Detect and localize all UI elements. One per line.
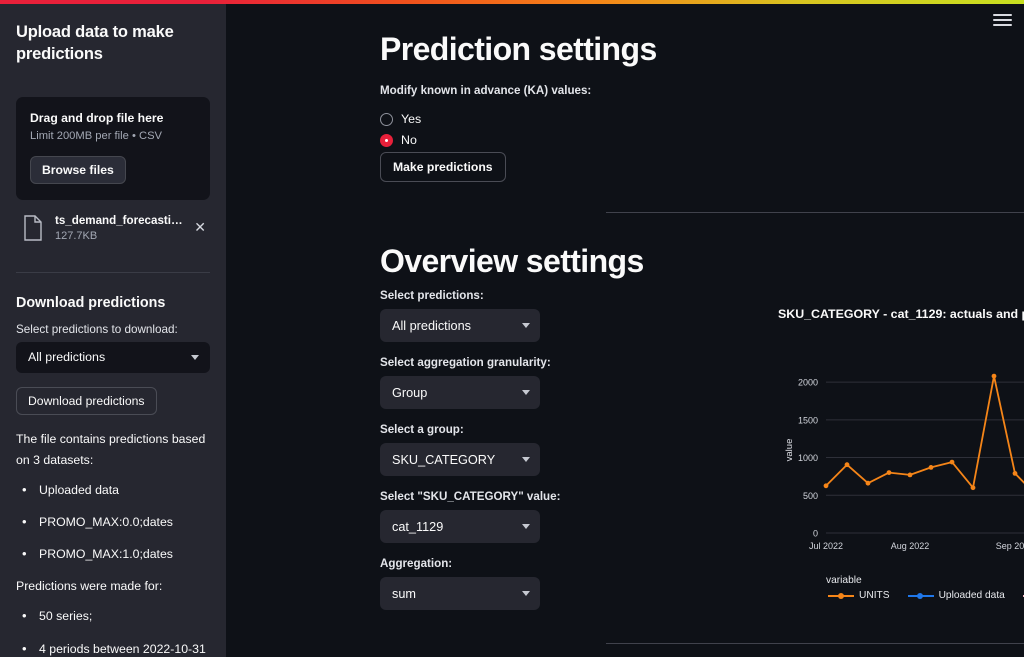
svg-text:value: value xyxy=(784,439,795,462)
legend-title: variable xyxy=(826,575,862,586)
select-value: Group xyxy=(392,385,428,400)
legend-item[interactable]: Uploaded data xyxy=(907,590,1005,601)
select-group-dropdown[interactable]: SKU_CATEGORY xyxy=(380,443,540,476)
remove-file-icon[interactable]: ✕ xyxy=(194,219,208,236)
list-item: PROMO_MAX:0.0;dates xyxy=(16,511,210,534)
list-item: 4 periods between 2022-10-31 and 2022-11… xyxy=(16,638,210,657)
chart-legend: UNITSUploaded dataPROMO_MAX:0.0;dates:al… xyxy=(828,590,1024,601)
radio-option-yes[interactable]: Yes xyxy=(380,112,421,126)
radio-yes-label: Yes xyxy=(401,112,422,126)
svg-text:Aug 2022: Aug 2022 xyxy=(891,541,930,551)
svg-text:500: 500 xyxy=(803,491,818,501)
overview-chart: SKU_CATEGORY - cat_1129: actuals and pre… xyxy=(778,307,1024,607)
radio-option-no[interactable]: No xyxy=(380,133,421,147)
svg-text:0: 0 xyxy=(813,529,818,539)
browse-files-button[interactable]: Browse files xyxy=(30,155,126,184)
select-granularity-dropdown[interactable]: Group xyxy=(380,376,540,409)
download-predictions-button[interactable]: Download predictions xyxy=(16,386,157,415)
overview-fields: Select predictions: All predictions Sele… xyxy=(380,289,560,610)
ka-radio-group: Yes No xyxy=(380,105,421,147)
ka-label: Modify known in advance (KA) values: xyxy=(380,84,592,97)
chevron-down-icon xyxy=(191,354,199,360)
radio-no-icon[interactable] xyxy=(380,133,393,147)
field-label: Select predictions: xyxy=(380,289,484,302)
chevron-down-icon xyxy=(522,457,530,462)
select-value: sum xyxy=(392,586,416,601)
radio-yes-icon[interactable] xyxy=(380,112,393,126)
uploaded-file-chip: ts_demand_forecasting_s… 127.7KB ✕ xyxy=(16,212,210,244)
download-predictions-select[interactable]: All predictions xyxy=(16,341,210,373)
chevron-down-icon xyxy=(522,323,530,328)
file-icon xyxy=(24,214,42,241)
field-label: Select aggregation granularity: xyxy=(380,356,551,369)
field-select-granularity: Select aggregation granularity: Group xyxy=(380,356,560,409)
select-group-value-dropdown[interactable]: cat_1129 xyxy=(380,510,540,543)
chevron-down-icon xyxy=(522,524,530,529)
field-label: Select "SKU_CATEGORY" value: xyxy=(380,490,561,503)
download-select-label: Select predictions to download: xyxy=(16,322,178,336)
download-info-text: The file contains predictions based on 3… xyxy=(16,431,206,467)
dropzone-limit: Limit 200MB per file • CSV xyxy=(30,129,162,142)
section-divider-bottom xyxy=(606,643,1024,644)
field-select-predictions: Select predictions: All predictions xyxy=(380,289,560,342)
file-name: ts_demand_forecasting_s… xyxy=(55,213,183,227)
field-select-group-value: Select "SKU_CATEGORY" value: cat_1129 xyxy=(380,490,560,543)
dropzone-instruction: Drag and drop file here xyxy=(30,110,164,125)
field-select-group: Select a group: SKU_CATEGORY xyxy=(380,423,560,476)
hamburger-menu-icon[interactable] xyxy=(993,14,1012,29)
make-predictions-button[interactable]: Make predictions xyxy=(380,152,506,182)
download-select-value: All predictions xyxy=(28,350,106,365)
datasets-list: Uploaded data PROMO_MAX:0.0;dates PROMO_… xyxy=(16,479,210,566)
overview-settings-heading: Overview settings xyxy=(380,243,644,279)
select-value: All predictions xyxy=(392,318,471,333)
svg-text:1500: 1500 xyxy=(798,415,818,425)
legend-item[interactable]: UNITS xyxy=(828,590,890,601)
radio-no-label: No xyxy=(401,133,417,147)
select-value: cat_1129 xyxy=(392,519,444,534)
chart-canvas: 0 500 1000 1500 2000 value Jul 2022 Aug 2022 Sep… xyxy=(784,373,1024,569)
app-root: Upload data to make predictions Drag and… xyxy=(0,0,1024,657)
file-size: 127.7KB xyxy=(55,229,98,242)
select-aggregation-dropdown[interactable]: sum xyxy=(380,577,540,610)
made-for-list: 50 series; 4 periods between 2022-10-31 … xyxy=(16,605,210,657)
list-item: 50 series; xyxy=(16,605,210,628)
chart-title: SKU_CATEGORY - cat_1129: actuals and pre… xyxy=(778,307,1024,321)
page-title: Prediction settings xyxy=(380,31,657,67)
select-value: SKU_CATEGORY xyxy=(392,452,496,467)
field-label: Aggregation: xyxy=(380,557,453,570)
legend-label: UNITS xyxy=(859,590,890,601)
svg-text:1000: 1000 xyxy=(798,453,818,463)
top-accent-bar xyxy=(0,0,1024,4)
sidebar-title: Upload data to make predictions xyxy=(16,23,174,63)
svg-text:Sep 2022: Sep 2022 xyxy=(996,541,1024,551)
file-dropzone[interactable]: Drag and drop file here Limit 200MB per … xyxy=(16,96,210,200)
list-item: PROMO_MAX:1.0;dates xyxy=(16,543,210,566)
section-divider-top xyxy=(606,212,1024,213)
sidebar: Upload data to make predictions Drag and… xyxy=(0,0,226,657)
main-content: Prediction settings Modify known in adva… xyxy=(226,0,1024,657)
legend-swatch xyxy=(907,592,934,599)
svg-text:2000: 2000 xyxy=(798,378,818,388)
chevron-down-icon xyxy=(522,591,530,596)
list-item: Uploaded data xyxy=(16,479,210,502)
svg-text:Jul 2022: Jul 2022 xyxy=(809,541,843,551)
field-label: Select a group: xyxy=(380,423,464,436)
chevron-down-icon xyxy=(522,390,530,395)
legend-label: Uploaded data xyxy=(938,590,1005,601)
sidebar-divider xyxy=(16,271,210,273)
made-for-text: Predictions were made for: xyxy=(16,579,163,594)
legend-swatch xyxy=(828,592,854,599)
select-predictions-dropdown[interactable]: All predictions xyxy=(380,309,540,342)
field-aggregation: Aggregation: sum xyxy=(380,557,560,610)
file-meta: ts_demand_forecasting_s… 127.7KB xyxy=(55,214,183,242)
download-section-heading: Download predictions xyxy=(16,294,166,311)
